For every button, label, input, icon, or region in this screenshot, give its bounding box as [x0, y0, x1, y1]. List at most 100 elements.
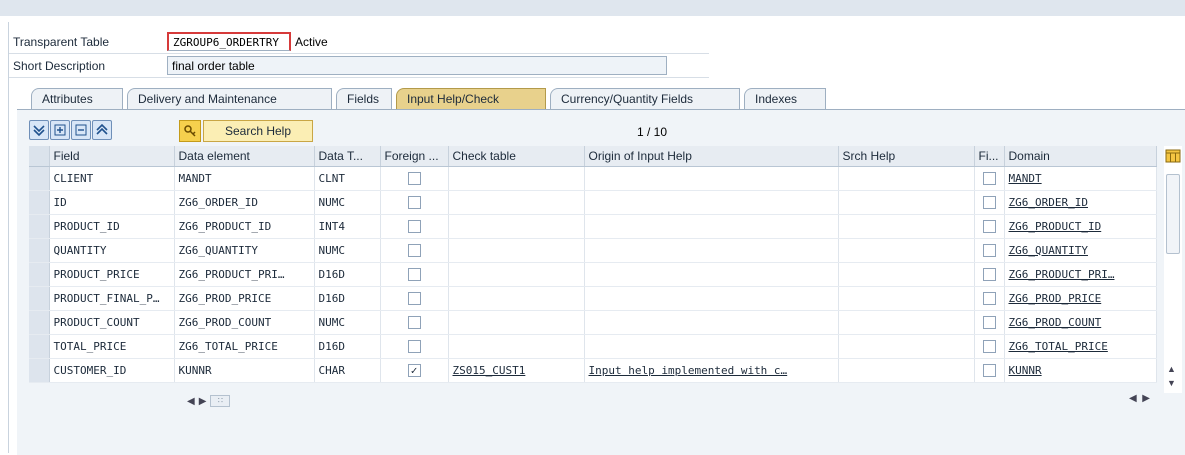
cell-origin-input-help[interactable]: Input help implemented with c… — [584, 358, 839, 383]
col-check-table[interactable]: Check table — [448, 146, 585, 167]
row-selector[interactable] — [29, 238, 50, 263]
insert-row-icon[interactable] — [50, 120, 70, 140]
cell-data-type[interactable]: NUMC — [314, 238, 381, 263]
cell-check-table[interactable] — [448, 286, 585, 311]
cell-data-element[interactable]: ZG6_PRODUCT_ID — [174, 214, 315, 239]
tab-indexes[interactable]: Indexes — [744, 88, 826, 110]
col-domain[interactable]: Domain — [1004, 146, 1157, 167]
table-row[interactable]: PRODUCT_ID ZG6_PRODUCT_ID INT4 ZG6_PRODUCT_… — [29, 214, 1157, 239]
horizontal-scroll-thumb[interactable]: ∷ — [210, 395, 231, 407]
tab-fields[interactable]: Fields — [336, 88, 392, 110]
cell-fi[interactable] — [974, 166, 1005, 191]
short-description-field[interactable]: final order table — [167, 56, 667, 75]
check-table-link[interactable]: ZS015_CUST1 — [453, 364, 526, 377]
domain-link[interactable]: ZG6_PRODUCT_ID — [1009, 220, 1102, 233]
cell-srch-help[interactable] — [838, 358, 975, 383]
domain-link[interactable]: MANDT — [1009, 172, 1042, 185]
row-selector[interactable] — [29, 214, 50, 239]
row-selector[interactable] — [29, 190, 50, 215]
foreign-key-checkbox[interactable]: ✓ — [407, 363, 421, 377]
cell-foreign-key[interactable]: ✓ — [380, 358, 449, 383]
cell-field[interactable]: PRODUCT_ID — [49, 214, 175, 239]
cell-domain[interactable]: ZG6_PRODUCT_PRI… — [1004, 262, 1157, 287]
table-row[interactable]: PRODUCT_PRICE ZG6_PRODUCT_PRI… D16D ZG6_PRO… — [29, 262, 1157, 287]
fi-checkbox[interactable] — [982, 219, 996, 233]
cell-data-element[interactable]: ZG6_PROD_PRICE — [174, 286, 315, 311]
cell-check-table[interactable] — [448, 214, 585, 239]
table-name-field[interactable]: ZGROUP6_ORDERTRY — [167, 32, 291, 51]
cell-foreign-key[interactable] — [380, 286, 449, 311]
cell-fi[interactable] — [974, 286, 1005, 311]
cell-foreign-key[interactable] — [380, 190, 449, 215]
select-all-icon[interactable] — [29, 120, 49, 140]
cell-field[interactable]: CLIENT — [49, 166, 175, 191]
cell-srch-help[interactable] — [838, 286, 975, 311]
cell-domain[interactable]: KUNNR — [1004, 358, 1157, 383]
table-row[interactable]: ID ZG6_ORDER_ID NUMC ZG6_ORDER_ID — [29, 190, 1157, 215]
cell-field[interactable]: QUANTITY — [49, 238, 175, 263]
table-row[interactable]: CLIENT MANDT CLNT MANDT — [29, 166, 1157, 191]
col-fi[interactable]: Fi... — [974, 146, 1005, 167]
domain-link[interactable]: ZG6_PROD_PRICE — [1009, 292, 1102, 305]
header-select-cell[interactable] — [29, 146, 50, 167]
cell-foreign-key[interactable] — [380, 310, 449, 335]
cell-origin-input-help[interactable] — [584, 310, 839, 335]
cell-data-type[interactable]: INT4 — [314, 214, 381, 239]
cell-domain[interactable]: ZG6_QUANTITY — [1004, 238, 1157, 263]
col-field[interactable]: Field — [49, 146, 175, 167]
table-row[interactable]: CUSTOMER_ID KUNNR CHAR ✓ ZS015_CUST1 Input he… — [29, 358, 1157, 383]
domain-link[interactable]: KUNNR — [1009, 364, 1042, 377]
cell-field[interactable]: PRODUCT_COUNT — [49, 310, 175, 335]
col-data-type[interactable]: Data T... — [314, 146, 381, 167]
cell-srch-help[interactable] — [838, 334, 975, 359]
cell-origin-input-help[interactable] — [584, 190, 839, 215]
horizontal-scrollbar[interactable]: ◀ ▶ ∷ — [187, 393, 231, 409]
tab-input-help-check[interactable]: Input Help/Check — [396, 88, 546, 110]
domain-link[interactable]: ZG6_QUANTITY — [1009, 244, 1088, 257]
col-data-element[interactable]: Data element — [174, 146, 315, 167]
cell-check-table[interactable] — [448, 190, 585, 215]
col-foreign-key[interactable]: Foreign ... — [380, 146, 449, 167]
cell-domain[interactable]: ZG6_PROD_COUNT — [1004, 310, 1157, 335]
cell-data-type[interactable]: NUMC — [314, 310, 381, 335]
cell-srch-help[interactable] — [838, 262, 975, 287]
cell-origin-input-help[interactable] — [584, 166, 839, 191]
cell-data-element[interactable]: ZG6_ORDER_ID — [174, 190, 315, 215]
scroll-right-icon[interactable]: ▶ — [199, 396, 207, 407]
domain-link[interactable]: ZG6_PRODUCT_PRI… — [1009, 268, 1115, 281]
tab-attributes[interactable]: Attributes — [31, 88, 123, 110]
fi-checkbox[interactable] — [982, 243, 996, 257]
cell-domain[interactable]: ZG6_PRODUCT_ID — [1004, 214, 1157, 239]
cell-data-element[interactable]: ZG6_PROD_COUNT — [174, 310, 315, 335]
table-row[interactable]: PRODUCT_COUNT ZG6_PROD_COUNT NUMC ZG6_PROD_… — [29, 310, 1157, 335]
row-selector[interactable] — [29, 358, 50, 383]
fi-checkbox[interactable] — [982, 339, 996, 353]
col-srch-help[interactable]: Srch Help — [838, 146, 975, 167]
fi-checkbox[interactable] — [982, 291, 996, 305]
foreign-key-checkbox[interactable] — [407, 243, 421, 257]
table-row[interactable]: QUANTITY ZG6_QUANTITY NUMC ZG6_QUANTITY — [29, 238, 1157, 263]
cell-foreign-key[interactable] — [380, 262, 449, 287]
delete-row-icon[interactable] — [71, 120, 91, 140]
cell-srch-help[interactable] — [838, 238, 975, 263]
cell-domain[interactable]: ZG6_TOTAL_PRICE — [1004, 334, 1157, 359]
cell-field[interactable]: PRODUCT_FINAL_P… — [49, 286, 175, 311]
row-selector[interactable] — [29, 286, 50, 311]
foreign-key-checkbox[interactable] — [407, 219, 421, 233]
search-help-button[interactable]: Search Help — [203, 120, 313, 142]
cell-origin-input-help[interactable] — [584, 214, 839, 239]
cell-origin-input-help[interactable] — [584, 286, 839, 311]
cell-fi[interactable] — [974, 334, 1005, 359]
cell-origin-input-help[interactable] — [584, 238, 839, 263]
domain-link[interactable]: ZG6_PROD_COUNT — [1009, 316, 1102, 329]
cell-data-type[interactable]: CLNT — [314, 166, 381, 191]
scroll-up-icon[interactable]: ▲ — [1167, 364, 1176, 374]
cell-domain[interactable]: ZG6_PROD_PRICE — [1004, 286, 1157, 311]
row-selector[interactable] — [29, 310, 50, 335]
foreign-key-checkbox[interactable] — [407, 291, 421, 305]
cell-check-table[interactable] — [448, 334, 585, 359]
cell-origin-input-help[interactable] — [584, 262, 839, 287]
cell-field[interactable]: ID — [49, 190, 175, 215]
cell-data-element[interactable]: ZG6_QUANTITY — [174, 238, 315, 263]
cell-fi[interactable] — [974, 190, 1005, 215]
